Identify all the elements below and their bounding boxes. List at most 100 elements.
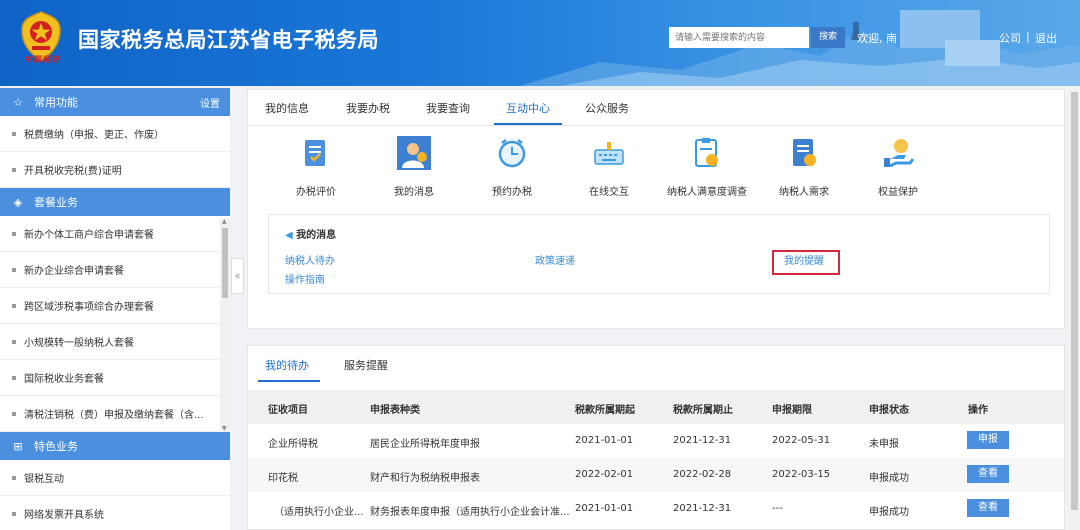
logout-link[interactable]: 退出	[1035, 30, 1057, 46]
tab-my-todo[interactable]: 我的待办	[265, 357, 309, 373]
cell-start: 2021-01-01	[575, 435, 634, 446]
scroll-down-icon[interactable]: ▼	[222, 425, 227, 432]
sidebar-scrollbar[interactable]: ▲ ▼	[220, 218, 230, 432]
messages-tile[interactable]: 我的消息	[369, 136, 459, 198]
bullet-icon	[12, 267, 16, 272]
bullet-icon	[12, 303, 16, 308]
sidebar-item-label: 小规模转一般纳税人套餐	[24, 338, 134, 349]
bullet-icon	[12, 475, 16, 480]
clock-icon	[498, 139, 526, 168]
survey-icon	[695, 138, 718, 167]
table-header: 征收项目 申报表种类 税款所属期起 税款所属期止 申报期限 申报状态 操作	[248, 390, 1064, 424]
keyboard-icon	[594, 142, 624, 165]
tab-interaction-center[interactable]: 互动中心	[506, 100, 550, 116]
bullet-icon	[12, 411, 16, 416]
cell-deadline: ---	[772, 503, 783, 514]
tab-my-info[interactable]: 我的信息	[265, 100, 309, 116]
grid-icon: ⊞	[13, 439, 23, 453]
scrollbar-thumb[interactable]	[222, 228, 228, 298]
sidebar-item-label: 国际税收业务套餐	[24, 374, 104, 385]
tab-service-reminder[interactable]: 服务提醒	[344, 357, 388, 373]
sidebar-item[interactable]: 国际税收业务套餐	[0, 360, 230, 396]
page-scrollbar[interactable]	[1069, 88, 1080, 530]
view-button[interactable]: 查看	[967, 465, 1009, 483]
sidebar-item[interactable]: 税费缴纳（申报、更正、作废）	[0, 116, 230, 152]
site-header: 中国税务 国家税务总局江苏省电子税务局 搜索 欢迎, 南 公司 | 退出	[0, 0, 1080, 86]
collapse-sidebar-button[interactable]: «	[231, 258, 244, 294]
declare-button[interactable]: 申报	[967, 431, 1009, 449]
cell-item: （适用执行小企业...	[274, 507, 364, 518]
sidebar-item[interactable]: 新办个体工商户综合申请套餐	[0, 216, 230, 252]
main-tabs: 我的信息 我要办税 我要查询 互动中心 公众服务	[248, 90, 1064, 126]
cell-deadline: 2022-03-15	[772, 469, 831, 480]
company-name[interactable]: 公司	[999, 30, 1021, 46]
column-header: 申报期限	[772, 405, 812, 416]
todo-tabs: 我的待办 服务提醒	[248, 346, 1064, 383]
taxpayer-demand-tile[interactable]: 纳税人需求	[759, 136, 849, 198]
policy-express-link[interactable]: 政策速递	[535, 252, 575, 267]
sidebar-item[interactable]: 跨区域涉税事项综合办理套餐	[0, 288, 230, 324]
messages-title-text: 我的消息	[296, 230, 337, 241]
sidebar-item-label: 新办企业综合申请套餐	[24, 266, 124, 277]
tile-label: 权益保护	[878, 187, 918, 198]
column-header: 申报状态	[869, 405, 909, 416]
cell-deadline: 2022-05-31	[772, 435, 831, 446]
rights-protection-tile[interactable]: 权益保护	[853, 136, 943, 198]
tile-label: 纳税人满意度调查	[667, 187, 747, 198]
taxpayer-todo-link[interactable]: 纳税人待办	[285, 252, 335, 267]
sidebar-item[interactable]: 新办企业综合申请套餐	[0, 252, 230, 288]
cell-item: 企业所得税	[268, 439, 318, 450]
sidebar-section-package[interactable]: ◈ 套餐业务	[0, 188, 230, 216]
online-interaction-tile[interactable]: 在线交互	[564, 136, 654, 198]
scroll-up-icon[interactable]: ▲	[222, 218, 227, 225]
cell-start: 2021-01-01	[575, 503, 634, 514]
tab-query[interactable]: 我要查询	[426, 100, 470, 116]
logo-script: 中国税务	[24, 54, 60, 64]
section-title: 套餐业务	[34, 196, 78, 209]
separator: |	[1026, 30, 1030, 43]
sidebar-item[interactable]: 银税互动	[0, 460, 230, 496]
sidebar-item-label: 银税互动	[24, 474, 64, 485]
sidebar-item[interactable]: 小规模转一般纳税人套餐	[0, 324, 230, 360]
tab-tax-handling[interactable]: 我要办税	[346, 100, 390, 116]
evaluation-tile[interactable]: 办税评价	[271, 136, 361, 198]
tile-label: 预约办税	[492, 187, 532, 198]
settings-link[interactable]: 设置	[200, 95, 220, 110]
cell-form: 居民企业所得税年度申报	[370, 439, 480, 450]
cell-form: 财务报表年度申报（适用执行小企业会计准...	[370, 507, 570, 518]
column-header: 征收项目	[268, 405, 308, 416]
sidebar-section-common[interactable]: ☆ 常用功能 设置	[0, 88, 230, 116]
table-row: （适用执行小企业... 财务报表年度申报（适用执行小企业会计准... 2021-…	[248, 492, 1064, 526]
sidebar-item[interactable]: 开具税收完税(费)证明	[0, 152, 230, 188]
bullet-icon	[12, 231, 16, 236]
section-title: 常用功能	[34, 96, 78, 109]
tile-label: 在线交互	[589, 187, 629, 198]
tab-public-service[interactable]: 公众服务	[585, 100, 629, 116]
operation-guide-link[interactable]: 操作指南	[285, 271, 325, 286]
evaluation-icon	[305, 140, 325, 166]
bullet-icon	[12, 167, 16, 172]
welcome-text: 欢迎, 南	[857, 32, 897, 45]
view-button[interactable]: 查看	[967, 499, 1009, 517]
sidebar-item[interactable]: 网络发票开具系统	[0, 496, 230, 530]
sidebar: ☆ 常用功能 设置 税费缴纳（申报、更正、作废） 开具税收完税(费)证明 ◈ 套…	[0, 88, 230, 530]
appointment-tile[interactable]: 预约办税	[467, 136, 557, 198]
scrollbar-thumb[interactable]	[1071, 92, 1078, 510]
interaction-panel: 我的信息 我要办税 我要查询 互动中心 公众服务 办税评价 我的消息 预约办税 …	[247, 89, 1065, 329]
demand-icon	[793, 139, 816, 166]
search-input[interactable]	[669, 27, 809, 48]
cell-status: 未申报	[869, 439, 899, 450]
column-header: 申报表种类	[370, 405, 420, 416]
sidebar-item-label: 新办个体工商户综合申请套餐	[24, 230, 154, 241]
tile-label: 我的消息	[394, 187, 434, 198]
sidebar-item[interactable]: 清税注销税（费）申报及缴纳套餐（含...	[0, 396, 230, 432]
search-button[interactable]: 搜索	[811, 27, 845, 48]
table-row: 企业所得税 居民企业所得税年度申报 2021-01-01 2021-12-31 …	[248, 424, 1064, 458]
satisfaction-survey-tile[interactable]: 纳税人满意度调查	[662, 136, 752, 198]
bullet-icon	[12, 375, 16, 380]
sidebar-section-special[interactable]: ⊞ 特色业务	[0, 432, 230, 460]
message-icon	[397, 136, 431, 170]
sidebar-item-label: 税费缴纳（申报、更正、作废）	[24, 130, 164, 141]
sidebar-item-label: 跨区域涉税事项综合办理套餐	[24, 302, 154, 313]
chevron-left-icon: «	[234, 270, 241, 282]
